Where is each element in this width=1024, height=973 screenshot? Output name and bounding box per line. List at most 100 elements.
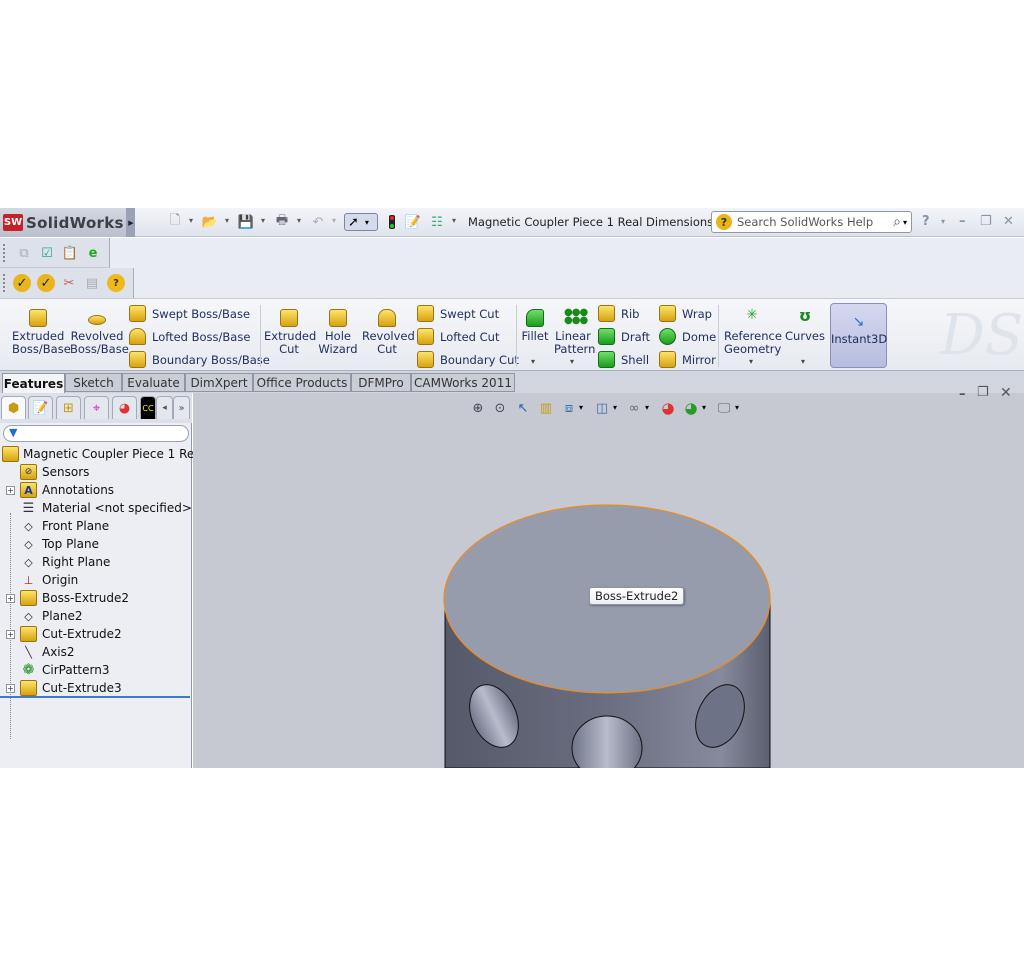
boundary-boss-button[interactable]: Boundary Boss/Base — [129, 351, 270, 368]
check-icon[interactable]: ✓ — [13, 274, 31, 292]
scroll-left-icon[interactable]: ◂ — [156, 396, 173, 419]
expand-icon[interactable]: + — [6, 629, 15, 639]
tree-item-origin[interactable]: ⊥ Origin — [0, 571, 190, 589]
tab-camworks-2011[interactable]: CAMWorks 2011 — [411, 373, 515, 392]
expand-icon[interactable]: + — [6, 485, 15, 495]
fillet-dropdown-icon[interactable]: ▾ — [531, 357, 535, 366]
file-properties-icon[interactable]: 📝 — [404, 213, 422, 231]
tree-item-cut-extrude2[interactable]: + Cut-Extrude2 — [0, 625, 190, 643]
camworks-icon[interactable]: CC — [140, 396, 156, 419]
model-3d-view[interactable] — [193, 393, 1024, 768]
scroll-right-icon[interactable]: » — [173, 396, 190, 419]
display-manager-icon[interactable]: ◕ — [112, 396, 137, 419]
featuremanager-icon[interactable]: ⬢ — [1, 396, 26, 419]
help-search-input[interactable]: ? Search SolidWorks Help ⌕ ▾ — [711, 211, 912, 233]
tree-item-sensors[interactable]: ⊘ Sensors — [0, 463, 190, 481]
search-dropdown-icon[interactable]: ▾ — [903, 218, 907, 227]
options-list-icon[interactable]: ☷ — [428, 213, 446, 231]
checklist-icon[interactable]: ☑ — [38, 244, 56, 262]
equations-icon[interactable]: e — [84, 244, 102, 262]
extruded-boss-button[interactable]: Extruded Boss/Base — [12, 309, 71, 356]
tree-item-right-plane[interactable]: ◇ Right Plane — [0, 553, 190, 571]
curves-dropdown-icon[interactable]: ▾ — [801, 357, 805, 366]
undo-icon[interactable]: ↶ — [309, 213, 327, 231]
rib-button[interactable]: Rib — [598, 305, 640, 322]
minimize-icon[interactable]: – — [959, 214, 966, 229]
reference-geometry-button[interactable]: ✳ Reference Geometry — [724, 308, 782, 356]
rollback-bar[interactable] — [0, 696, 190, 698]
check-lock-icon[interactable]: ✓ — [37, 274, 55, 292]
fillet-button[interactable]: Fillet — [520, 309, 550, 343]
configurationmanager-icon[interactable]: ⊞ — [56, 396, 81, 419]
tab-dfmpro[interactable]: DFMPro — [351, 373, 411, 392]
print-dropdown-icon[interactable]: ▾ — [297, 216, 301, 225]
linear-pattern-button[interactable]: ●●● ●●● Linear Pattern — [554, 308, 595, 356]
reference-geometry-dropdown-icon[interactable]: ▾ — [749, 357, 753, 366]
propertymanager-icon[interactable]: 📝 — [28, 396, 53, 419]
help-lookup-icon[interactable]: 📋 — [61, 244, 79, 262]
tree-item-axis2[interactable]: ╲ Axis2 — [0, 643, 190, 661]
extruded-cut-button[interactable]: Extruded Cut — [264, 309, 316, 356]
rebuild-traffic-light-icon[interactable] — [383, 213, 401, 231]
instant3d-toggle[interactable]: ↘ Instant3D — [830, 303, 887, 368]
mirror-icon — [659, 351, 676, 368]
wrap-button[interactable]: Wrap — [659, 305, 712, 322]
feature-tree-icon[interactable]: ⧉ — [15, 244, 33, 262]
select-pointer-icon[interactable]: ➚ ▾ — [344, 213, 378, 231]
tab-features[interactable]: Features — [2, 373, 65, 393]
close-icon[interactable]: ✕ — [1003, 214, 1014, 229]
tree-item-boss-extrude2[interactable]: + Boss-Extrude2 — [0, 589, 190, 607]
tree-filter-input[interactable]: ▼ — [3, 425, 189, 442]
tree-item-plane2[interactable]: ◇ Plane2 — [0, 607, 190, 625]
tree-item-front-plane[interactable]: ◇ Front Plane — [0, 517, 190, 535]
dimxpert-icon[interactable]: ⌖ — [84, 396, 109, 419]
swept-boss-button[interactable]: Swept Boss/Base — [129, 305, 250, 322]
tools-icon[interactable]: ✂ — [60, 274, 78, 292]
toolbar-grip[interactable] — [3, 274, 6, 292]
help-balloon-icon[interactable]: ? — [107, 274, 125, 292]
boundary-cut-button[interactable]: Boundary Cut — [417, 351, 519, 368]
lofted-boss-button[interactable]: Lofted Boss/Base — [129, 328, 250, 345]
tab-dimxpert[interactable]: DimXpert — [185, 373, 253, 392]
toolbar-grip[interactable] — [3, 244, 6, 262]
hole-wizard-button[interactable]: Hole Wizard — [318, 309, 358, 356]
revolved-boss-button[interactable]: Revolved Boss/Base — [70, 309, 129, 356]
lofted-cut-button[interactable]: Lofted Cut — [417, 328, 499, 345]
search-icon[interactable]: ⌕ — [893, 214, 901, 230]
linear-pattern-dropdown-icon[interactable]: ▾ — [570, 357, 574, 366]
mirror-button[interactable]: Mirror — [659, 351, 716, 368]
help-icon[interactable]: ? — [922, 214, 930, 229]
restore-icon[interactable]: ❐ — [980, 214, 992, 229]
tree-item-part[interactable]: Magnetic Coupler Piece 1 Real D — [0, 445, 218, 463]
tab-office-products[interactable]: Office Products — [253, 373, 351, 392]
undo-dropdown-icon[interactable]: ▾ — [332, 216, 336, 225]
document-icon[interactable]: ▤ — [83, 274, 101, 292]
swept-cut-button[interactable]: Swept Cut — [417, 305, 499, 322]
tab-evaluate[interactable]: Evaluate — [122, 373, 185, 392]
open-dropdown-icon[interactable]: ▾ — [225, 216, 229, 225]
options-dropdown-icon[interactable]: ▾ — [452, 216, 456, 225]
expand-icon[interactable]: + — [6, 593, 15, 603]
tree-item-material[interactable]: ☰ Material <not specified> — [0, 499, 192, 517]
dome-button[interactable]: Dome — [659, 328, 716, 345]
expand-icon[interactable]: + — [6, 683, 15, 693]
tab-sketch[interactable]: Sketch — [65, 373, 122, 392]
revolved-cut-button[interactable]: Revolved Cut — [362, 309, 415, 356]
tree-item-cut-extrude3[interactable]: + Cut-Extrude3 — [0, 679, 190, 697]
tree-item-annotations[interactable]: + A Annotations — [0, 481, 190, 499]
tree-item-cirpattern3[interactable]: ❁ CirPattern3 — [0, 661, 190, 679]
save-icon[interactable]: 💾 — [237, 213, 255, 231]
menu-flyout-arrow-icon[interactable]: ▶ — [127, 208, 135, 237]
solidworks-logo[interactable]: SW SolidWorks — [0, 208, 127, 237]
new-document-icon[interactable]: 🗋 — [166, 213, 184, 231]
tree-item-top-plane[interactable]: ◇ Top Plane — [0, 535, 190, 553]
graphics-area[interactable]: – ❐ ✕ ⊕ ⊙ ↖ ▥ ⧈▾ ◫▾ ∞▾ ◕ ◕▾ 🖵▾ ⌂ — [193, 385, 1024, 768]
curves-button[interactable]: ʊ Curves — [785, 308, 825, 343]
shell-button[interactable]: Shell — [598, 351, 649, 368]
print-icon[interactable]: 🖶 — [273, 213, 291, 231]
draft-button[interactable]: Draft — [598, 328, 650, 345]
new-dropdown-icon[interactable]: ▾ — [189, 216, 193, 225]
open-folder-icon[interactable]: 📂 — [201, 213, 219, 231]
save-dropdown-icon[interactable]: ▾ — [261, 216, 265, 225]
help-dropdown-icon[interactable]: ▾ — [941, 217, 945, 226]
